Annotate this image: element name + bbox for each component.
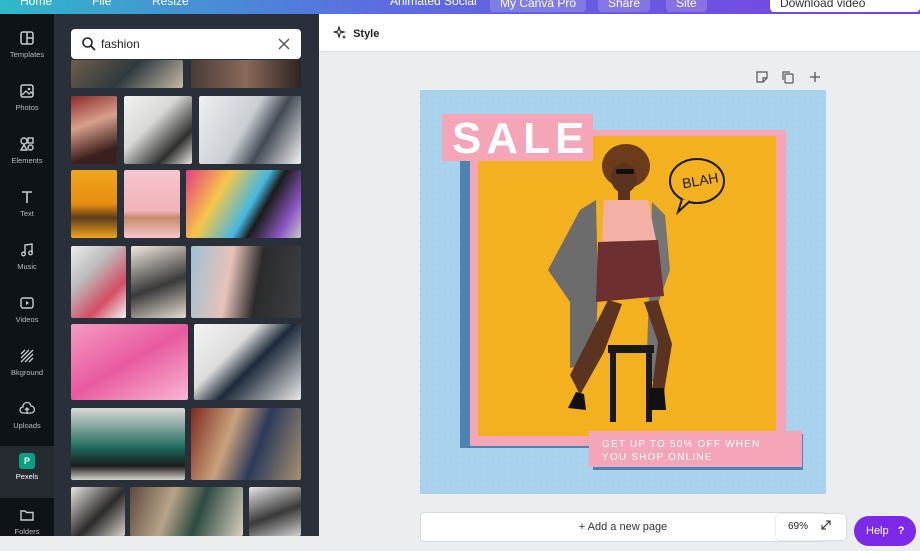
videos-icon [20,297,34,309]
share-button[interactable]: Share [598,0,651,12]
nav-label: Videos [15,315,39,324]
photo-thumbnail[interactable] [71,324,188,400]
photo-thumbnail[interactable] [191,60,301,88]
photo-thumbnail[interactable] [249,487,301,536]
zoom-control[interactable]: 69% [776,514,846,540]
add-page-button[interactable]: + Add a new page [420,512,826,542]
background-icon [20,349,34,363]
site-button[interactable]: Site [666,0,707,12]
photo-thumbnail[interactable] [71,487,125,536]
nav-label: Folders [14,527,40,536]
photo-thumbnail[interactable] [71,60,183,88]
nav-elements[interactable]: Elements [0,128,54,180]
nav-text[interactable]: Text [0,181,54,233]
nav-pexels[interactable]: P Pexels [0,446,54,498]
sale-design: BLAH SALE GET UP TO 50% OFF WHEN YOU SHO… [420,90,826,494]
editor-area: Style BLAH SALE GET UP TO 50% OFF WHEN Y… [319,14,920,546]
duplicate-page-icon[interactable] [781,70,795,84]
nav-label: Pexels [15,472,39,481]
document-title[interactable]: Animated Social [390,0,477,8]
promo-line-1: GET UP TO 50% OFF WHEN [602,439,760,450]
promo-line-2: YOU SHOP ONLINE [602,452,713,463]
photo-thumbnail[interactable] [186,170,301,238]
uploads-icon [19,401,35,414]
photo-thumbnail[interactable] [124,170,180,238]
pexels-icon: P [19,453,35,469]
music-icon [21,243,33,257]
photo-thumbnail[interactable] [124,96,192,164]
resize-menu[interactable]: Resize [152,0,189,8]
nav-label: Uploads [13,421,41,430]
pexels-panel [54,14,319,536]
search-input[interactable] [101,35,271,53]
search-box [71,29,301,59]
context-toolbar: Style [319,14,920,52]
photo-thumbnail[interactable] [71,246,126,318]
photo-thumbnail[interactable] [71,96,117,164]
style-label: Style [353,28,380,40]
help-question-icon: ? [897,525,905,537]
download-button[interactable]: Download video [770,0,920,12]
search-icon [82,37,96,51]
help-button[interactable]: Help ? [854,516,916,546]
photo-thumbnail[interactable] [194,324,301,400]
home-link[interactable]: Home [20,0,52,8]
photo-thumbnail[interactable] [130,487,243,536]
nav-templates[interactable]: Templates [0,22,54,74]
nav-label: Text [20,209,34,218]
sale-text: SALE [452,114,589,163]
nav-folders[interactable]: Folders [0,499,54,551]
templates-icon [20,31,34,45]
nav-photos[interactable]: Photos [0,75,54,127]
style-button[interactable]: Style [331,25,380,40]
nav-uploads[interactable]: Uploads [0,393,54,445]
nav-label: Photos [15,103,39,112]
nav-label: Elements [11,156,43,165]
photos-icon [20,84,34,98]
photo-thumbnail[interactable] [191,246,301,318]
nav-label: Bkground [10,368,44,377]
photo-thumbnail[interactable] [71,408,185,480]
note-icon[interactable] [755,70,769,84]
elements-icon [19,137,34,151]
nav-music[interactable]: Music [0,234,54,286]
nav-videos[interactable]: Videos [0,287,54,339]
add-page-icon[interactable] [808,70,822,84]
photo-thumbnail[interactable] [199,96,301,164]
photo-thumbnail[interactable] [191,408,301,480]
photo-thumbnail[interactable] [71,170,117,238]
text-icon [22,191,32,203]
folders-icon [20,510,34,521]
file-menu[interactable]: File [92,0,111,8]
nav-label: Music [17,262,37,271]
nav-background[interactable]: Bkground [0,340,54,392]
side-navigation: Templates Photos Elements Text Music Vid… [0,14,54,536]
team-button[interactable]: My Canva Pro [490,0,587,12]
top-toolbar: Home File Resize Animated Social My Canv… [0,0,920,14]
sparkle-icon [331,25,347,39]
design-canvas[interactable]: BLAH SALE GET UP TO 50% OFF WHEN YOU SHO… [420,90,826,494]
help-label: Help [866,525,889,537]
zoom-level: 69% [788,521,809,532]
expand-icon[interactable] [821,520,831,530]
photo-thumbnail[interactable] [131,246,186,318]
close-icon[interactable] [277,37,291,51]
nav-label: Templates [9,50,45,59]
